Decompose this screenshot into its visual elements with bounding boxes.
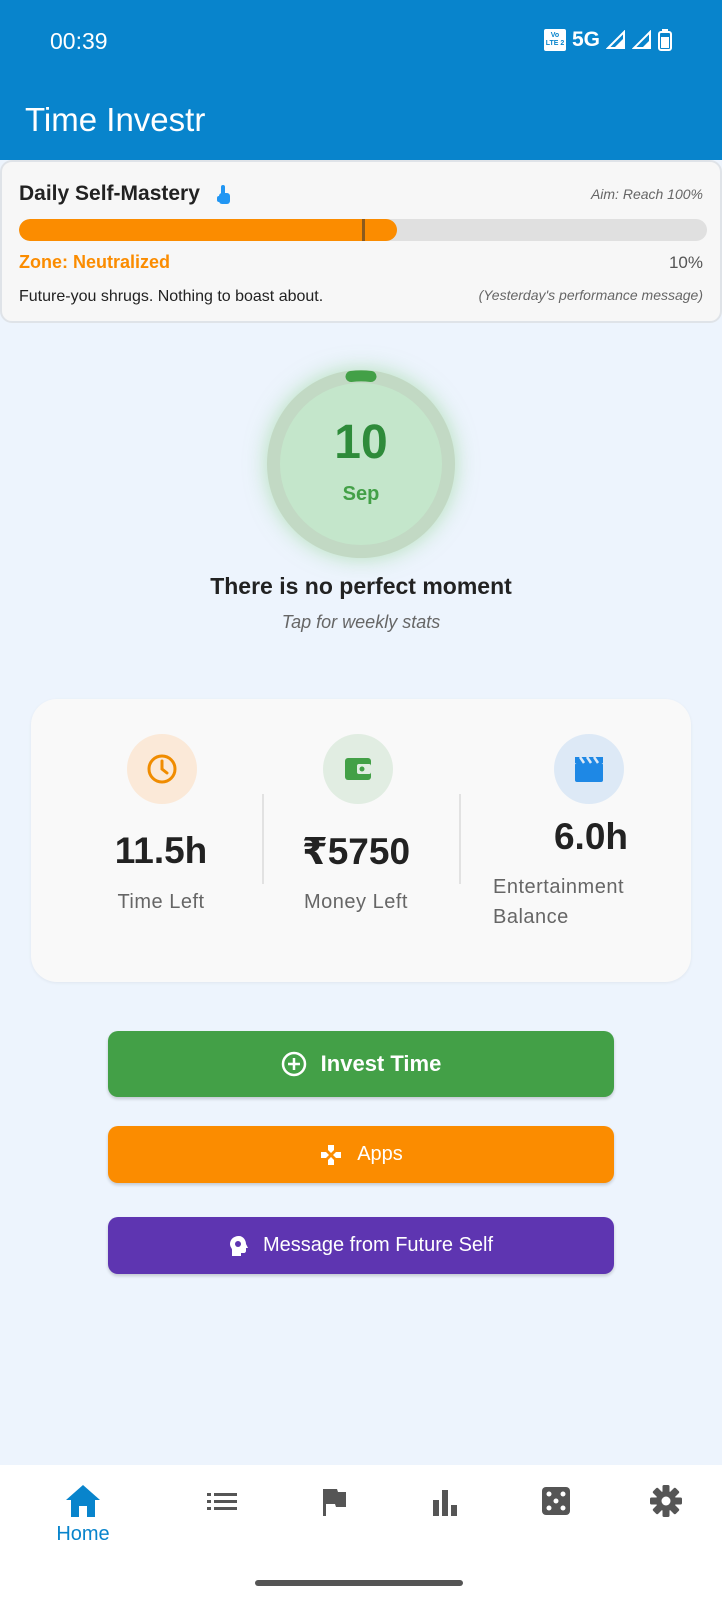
zone-status: Zone: Neutralized bbox=[19, 252, 171, 272]
mastery-title: Daily Self-Mastery bbox=[19, 182, 200, 205]
stat-entertainment: 6.0h Entertainment Balance bbox=[451, 699, 671, 982]
volte-icon: Vo LTE 2 bbox=[543, 29, 566, 51]
progress-marker bbox=[362, 219, 365, 241]
nav-stats[interactable] bbox=[405, 1483, 485, 1563]
gesture-home-indicator[interactable] bbox=[255, 1580, 463, 1586]
gamepad-icon bbox=[319, 1143, 343, 1167]
date-month: Sep bbox=[342, 483, 380, 505]
apps-button[interactable]: Apps bbox=[108, 1126, 614, 1183]
future-message: Future-you shrugs. Nothing to boast abou… bbox=[19, 288, 324, 305]
date-ring[interactable]: 10 Sep bbox=[267, 370, 455, 558]
future-self-message-label: Message from Future Self bbox=[262, 1234, 494, 1256]
home-icon bbox=[66, 1485, 100, 1517]
wallet-icon bbox=[323, 734, 393, 804]
future-self-message-button[interactable]: Message from Future Self bbox=[108, 1217, 614, 1274]
nav-random[interactable] bbox=[516, 1483, 596, 1563]
nav-goals[interactable] bbox=[294, 1483, 374, 1563]
weekly-stats-hint[interactable]: Tap for weekly stats bbox=[0, 612, 722, 633]
mastery-progress-bar bbox=[19, 219, 707, 241]
stat-money-left: ₹5750 Money Left bbox=[231, 699, 451, 982]
entertainment-value: 6.0h bbox=[553, 816, 629, 857]
nav-home[interactable]: Home bbox=[43, 1483, 123, 1563]
money-left-label: Money Left bbox=[304, 891, 408, 913]
nav-settings[interactable] bbox=[626, 1483, 706, 1563]
clock-icon bbox=[127, 734, 197, 804]
movie-icon bbox=[554, 734, 624, 804]
gear-icon bbox=[650, 1485, 682, 1517]
app-title: Time Investr bbox=[25, 101, 206, 138]
network-type: 5G bbox=[571, 28, 600, 51]
invest-time-label: Invest Time bbox=[320, 1051, 442, 1076]
battery-icon bbox=[658, 29, 672, 51]
brain-head-icon bbox=[229, 1235, 249, 1257]
dice-icon bbox=[542, 1487, 570, 1515]
nav-list[interactable] bbox=[182, 1483, 262, 1563]
bar-chart-icon bbox=[433, 1490, 457, 1516]
motivational-quote: There is no perfect moment bbox=[210, 573, 512, 599]
date-ring-inner: 10 Sep bbox=[280, 383, 442, 545]
entertainment-label: Entertainment Balance bbox=[493, 876, 625, 928]
mastery-percent: 10% bbox=[668, 253, 703, 272]
daily-mastery-card[interactable]: Daily Self-Mastery Aim: Reach 100% Zone:… bbox=[0, 160, 722, 323]
status-icons: Vo LTE 2 5G bbox=[543, 28, 672, 52]
nav-home-label: Home bbox=[56, 1523, 110, 1545]
mastery-progress-fill bbox=[19, 219, 398, 241]
tap-hand-icon bbox=[217, 185, 230, 204]
signal-icon-2 bbox=[632, 30, 651, 49]
app-header: 00:39 Vo LTE 2 5G Time Investr bbox=[0, 0, 722, 160]
apps-label: Apps bbox=[357, 1143, 403, 1165]
flag-icon bbox=[323, 1489, 346, 1516]
balance-stats-card: 11.5h Time Left ₹5750 Money Left 6.0h En… bbox=[31, 699, 691, 982]
invest-time-button[interactable]: Invest Time bbox=[108, 1031, 614, 1097]
stat-time-left: 11.5h Time Left bbox=[31, 699, 251, 982]
add-circle-icon bbox=[281, 1051, 307, 1077]
status-time: 00:39 bbox=[50, 28, 108, 54]
yesterday-note: (Yesterday's performance message) bbox=[478, 287, 703, 303]
signal-icon bbox=[606, 30, 625, 49]
money-left-value: ₹5750 bbox=[301, 831, 411, 872]
date-day: 10 bbox=[334, 416, 388, 469]
aim-text: Aim: Reach 100% bbox=[590, 186, 703, 202]
list-icon bbox=[207, 1493, 237, 1510]
